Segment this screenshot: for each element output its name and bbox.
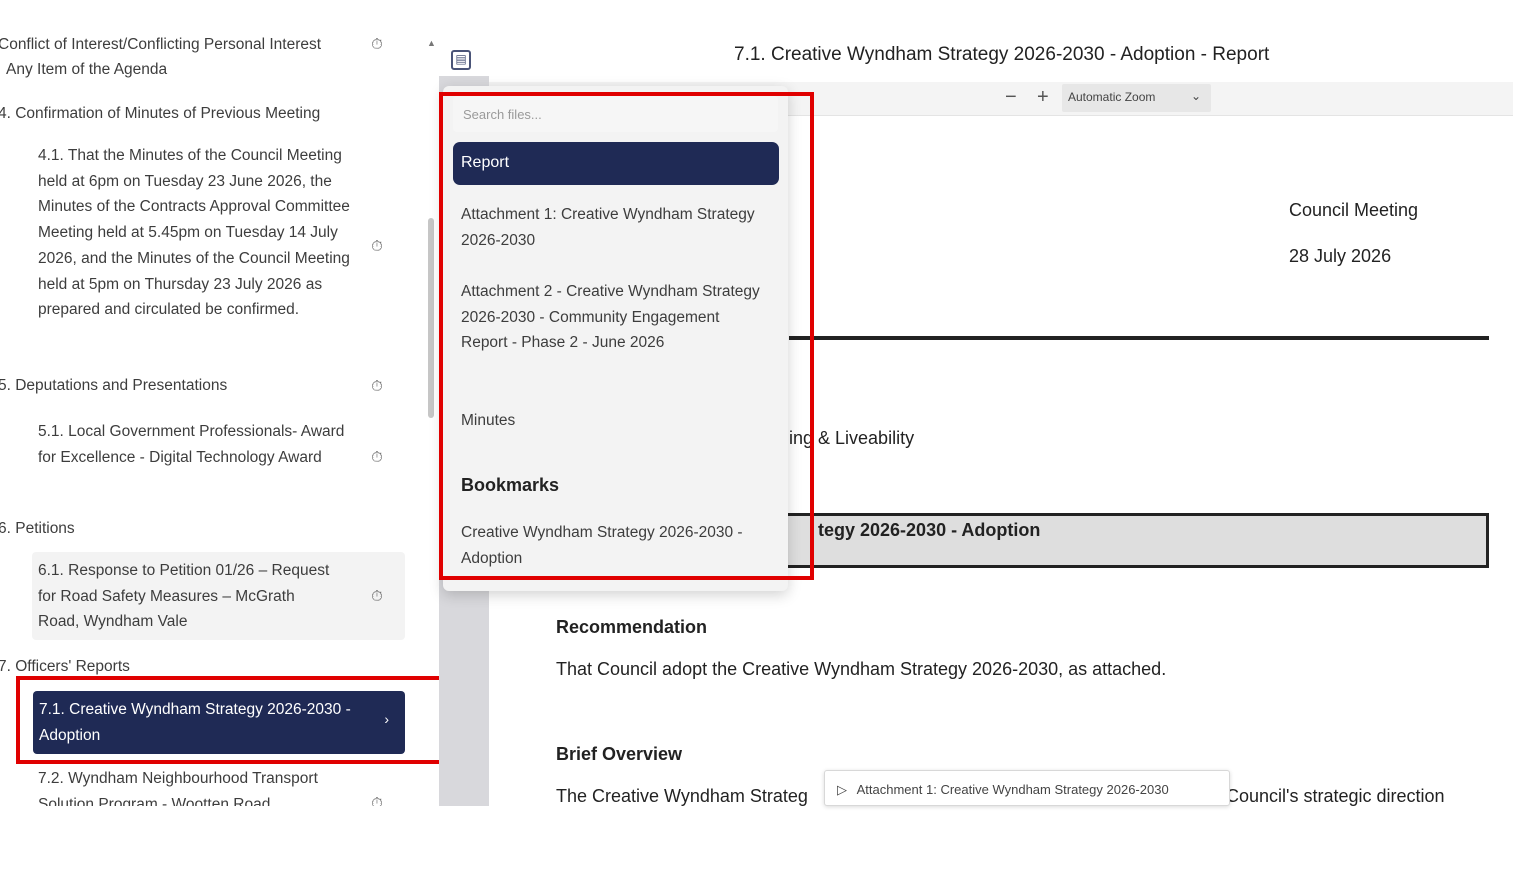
tooltip-text: Attachment 1: Creative Wyndham Strategy … <box>856 782 1169 797</box>
agenda-item-6-1[interactable]: 6.1. Response to Petition 01/26 – Reques… <box>38 558 338 635</box>
overview-heading: Brief Overview <box>556 744 683 764</box>
agenda-section-5[interactable]: 5. Deputations and Presentations <box>0 373 227 399</box>
agenda-section-4[interactable]: 4. Confirmation of Minutes of Previous M… <box>0 101 320 127</box>
file-item-minutes[interactable]: Minutes <box>461 408 766 434</box>
meeting-name: Council Meeting <box>1289 200 1419 220</box>
agenda-section-6[interactable]: 6. Petitions <box>0 516 75 542</box>
directorate-text: ing & Liveability <box>789 428 915 448</box>
scroll-up-arrow-icon[interactable]: ▲ <box>427 38 436 48</box>
file-item-report-selected[interactable]: Report <box>453 142 779 185</box>
zoom-in-button[interactable]: + <box>1037 86 1049 109</box>
timer-icon[interactable]: ⏱ <box>369 238 385 256</box>
bookmark-item[interactable]: Creative Wyndham Strategy 2026-2030 - Ad… <box>461 520 766 571</box>
agenda-sidebar: Conflict of Interest/Conflicting Persona… <box>0 0 430 806</box>
agenda-section-7[interactable]: 7. Officers' Reports <box>0 654 130 680</box>
item-title-banner: tegy 2026-2030 - Adoption <box>719 513 1489 568</box>
files-dropdown: Report Attachment 1: Creative Wyndham St… <box>443 86 788 591</box>
agenda-item-5-1[interactable]: 5.1. Local Government Professionals- Awa… <box>38 419 360 470</box>
chevron-down-icon: ⌄ <box>1190 89 1201 103</box>
document-title: 7.1. Creative Wyndham Strategy 2026-2030… <box>734 44 1270 65</box>
attachment-tooltip[interactable]: ▷ Attachment 1: Creative Wyndham Strateg… <box>824 770 1230 806</box>
zoom-out-button[interactable]: − <box>1005 86 1017 109</box>
meeting-date: 28 July 2026 <box>1289 246 1392 266</box>
file-item-attachment-1[interactable]: Attachment 1: Creative Wyndham Strategy … <box>461 202 766 253</box>
sidebar-toggle-icon[interactable]: ▤ <box>451 50 471 70</box>
search-files-input[interactable] <box>453 96 778 132</box>
item-title-text: tegy 2026-2030 - Adoption <box>818 520 1041 540</box>
file-item-attachment-2[interactable]: Attachment 2 - Creative Wyndham Strategy… <box>461 279 766 356</box>
timer-icon[interactable]: ⏱ <box>369 378 385 396</box>
agenda-item-7-1-selected[interactable]: 7.1. Creative Wyndham Strategy 2026-2030… <box>33 691 405 754</box>
zoom-value: Automatic Zoom <box>1068 90 1156 104</box>
timer-icon[interactable]: ⏱ <box>369 588 385 606</box>
recommendation-text: That Council adopt the Creative Wyndham … <box>556 659 1167 679</box>
chevron-right-icon: › <box>384 711 389 727</box>
agenda-item-4-1[interactable]: 4.1. That the Minutes of the Council Mee… <box>38 143 360 323</box>
timer-icon[interactable]: ⏱ <box>369 795 385 806</box>
zoom-select[interactable]: Automatic Zoom ⌄ <box>1062 84 1211 112</box>
agenda-item-3-continued[interactable]: Conflict of Interest/Conflicting Persona… <box>0 32 321 58</box>
overview-text-start: The Creative Wyndham Strateg <box>556 786 808 806</box>
timer-icon[interactable]: ⏱ <box>369 449 385 467</box>
play-icon: ▷ <box>837 782 847 797</box>
header-rule <box>789 336 1489 340</box>
sidebar-scrollbar[interactable] <box>428 218 434 418</box>
overview-text-end: Council's strategic direction <box>1226 786 1445 806</box>
bookmarks-heading: Bookmarks <box>461 475 560 495</box>
agenda-item-7-1-label: 7.1. Creative Wyndham Strategy 2026-2030… <box>39 701 351 744</box>
agenda-item-3-continued-line2[interactable]: Any Item of the Agenda <box>6 57 167 83</box>
agenda-item-7-2[interactable]: 7.2. Wyndham Neighbourhood Transport Sol… <box>38 766 360 806</box>
recommendation-heading: Recommendation <box>556 617 708 637</box>
timer-icon[interactable]: ⏱ <box>369 36 385 54</box>
